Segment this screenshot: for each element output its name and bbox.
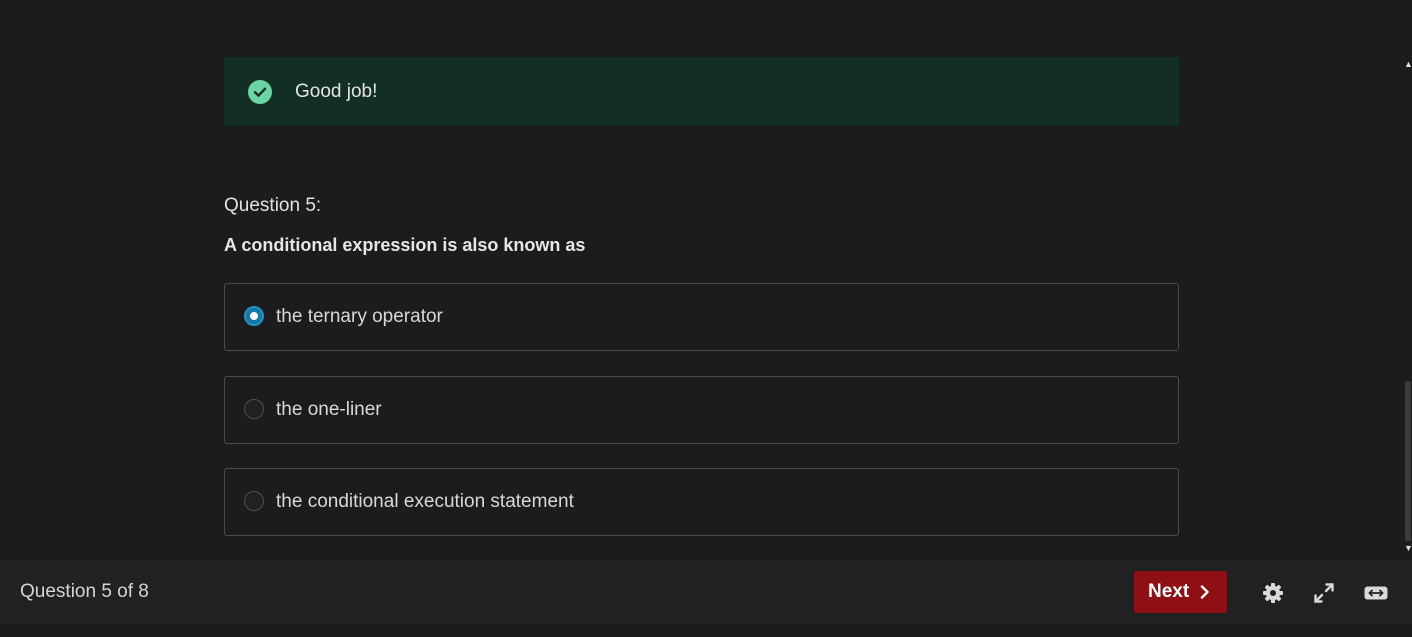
question-number: Question 5: — [224, 195, 322, 216]
radio-button[interactable] — [244, 491, 264, 511]
scroll-up-icon[interactable]: ▲ — [1404, 59, 1412, 69]
feedback-banner: Good job! — [224, 57, 1179, 126]
widen-view-button[interactable] — [1363, 580, 1389, 606]
widen-icon — [1364, 586, 1388, 600]
next-button-label: Next — [1148, 581, 1190, 602]
scroll-down-icon[interactable]: ▼ — [1404, 543, 1412, 553]
answer-option-label: the ternary operator — [276, 306, 443, 327]
fullscreen-button[interactable] — [1311, 580, 1337, 606]
answer-option-label: the one-liner — [276, 399, 382, 420]
next-button[interactable]: Next — [1134, 571, 1227, 613]
radio-button[interactable] — [244, 399, 264, 419]
question-progress: Question 5 of 8 — [20, 581, 149, 602]
vertical-scrollbar[interactable]: ▲ ▼ — [1404, 57, 1412, 561]
chevron-right-icon — [1200, 585, 1209, 599]
answer-option[interactable]: the conditional execution statement — [224, 468, 1179, 536]
quiz-footer: Question 5 of 8 Next — [0, 561, 1412, 623]
footer-bottom-strip — [0, 623, 1412, 637]
scrollbar-thumb[interactable] — [1405, 381, 1411, 541]
radio-button-selected[interactable] — [244, 306, 264, 326]
answer-option-label: the conditional execution statement — [276, 491, 574, 512]
answer-option[interactable]: the ternary operator — [224, 283, 1179, 351]
check-circle-icon — [248, 80, 272, 104]
quiz-content: Good job! Question 5: A conditional expr… — [0, 0, 1404, 561]
answer-option[interactable]: the one-liner — [224, 376, 1179, 444]
settings-button[interactable] — [1260, 580, 1286, 606]
gear-icon — [1263, 583, 1283, 603]
question-text: A conditional expression is also known a… — [224, 235, 586, 255]
expand-icon — [1314, 583, 1334, 603]
feedback-message: Good job! — [295, 81, 378, 102]
